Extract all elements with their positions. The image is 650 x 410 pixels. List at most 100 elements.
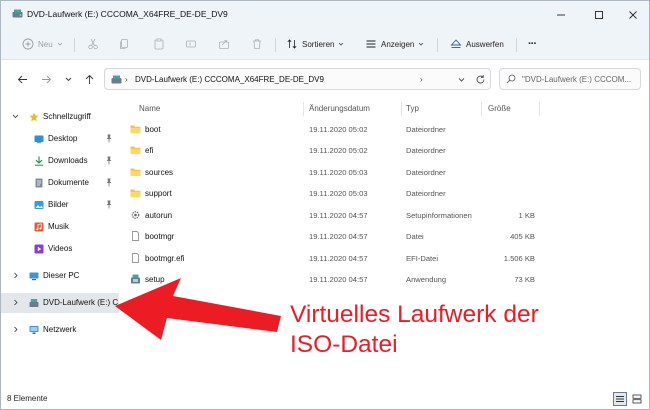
address-bar[interactable]: › DVD-Laufwerk (E:) CCCOMA_X64FRE_DE-DE_… (104, 68, 491, 90)
sidebar-item-desktop[interactable]: Desktop (1, 129, 119, 149)
view-button[interactable]: Anzeigen (365, 35, 424, 53)
sidebar-item-documents[interactable]: Dokumente (1, 173, 119, 193)
sort-button[interactable]: Sortieren (286, 35, 344, 53)
separator (74, 38, 75, 52)
sidebar-item-videos[interactable]: Videos (1, 239, 119, 259)
sidebar-item-dvd-drive[interactable]: DVD-Laufwerk (E:) C (1, 293, 119, 313)
sidebar-item-music[interactable]: Musik (1, 217, 119, 237)
file-name: boot (145, 125, 161, 134)
sidebar-item-quick-access[interactable]: Schnellzugriff (1, 107, 119, 127)
pc-icon (29, 272, 39, 281)
file-name: support (145, 189, 172, 198)
file-size: 1 KB (518, 211, 535, 220)
list-view-icon (366, 40, 376, 48)
share-button[interactable] (218, 35, 230, 53)
paste-button[interactable] (153, 35, 165, 53)
back-button[interactable] (15, 72, 29, 86)
music-icon (34, 222, 44, 232)
delete-button[interactable] (251, 35, 263, 53)
column-header-name[interactable]: Name (139, 104, 160, 113)
sidebar-item-label: Dokumente (48, 178, 89, 187)
tiles-view-icon (632, 394, 642, 404)
search-input[interactable]: "DVD-Laufwerk (E:) CCCOM... (499, 68, 641, 90)
up-button[interactable] (82, 72, 96, 86)
file-date: 19.11.2020 04:57 (309, 275, 368, 284)
table-row[interactable]: efi 19.11.2020 05:02 Dateiordner (119, 140, 649, 161)
rename-button[interactable] (185, 35, 197, 53)
table-row[interactable]: autorun 19.11.2020 04:57 Setupinformatio… (119, 205, 649, 226)
table-row[interactable]: support 19.11.2020 05:03 Dateiordner (119, 183, 649, 204)
pin-icon (106, 200, 112, 209)
download-icon (35, 156, 43, 166)
table-row[interactable]: boot 19.11.2020 05:02 Dateiordner (119, 119, 649, 140)
sidebar-item-label: Netzwerk (43, 325, 77, 334)
file-size: 405 KB (510, 232, 535, 241)
chevron-down-icon (419, 42, 424, 46)
chevron-right-icon[interactable] (12, 272, 19, 279)
dvd-drive-icon (29, 299, 39, 307)
file-type: Anwendung (406, 275, 447, 284)
copy-button[interactable] (118, 35, 130, 53)
sidebar-item-downloads[interactable]: Downloads (1, 151, 119, 171)
breadcrumb-separator: › (125, 75, 128, 84)
forward-button[interactable] (39, 72, 53, 86)
star-icon (29, 112, 39, 122)
more-options-button[interactable]: ··· (528, 35, 537, 53)
file-type: Dateiordner (406, 168, 446, 177)
rename-icon (186, 40, 196, 48)
item-count: 8 Elemente (7, 394, 48, 403)
paste-icon (154, 38, 164, 50)
details-view-button[interactable] (613, 392, 627, 406)
details-view-icon (616, 396, 624, 402)
column-header-date[interactable]: Änderungsdatum (309, 104, 370, 113)
tiles-view-button[interactable] (630, 392, 644, 406)
maximize-button[interactable] (581, 1, 617, 28)
sidebar-item-this-pc[interactable]: Dieser PC (1, 266, 119, 286)
close-button[interactable] (615, 1, 649, 28)
table-row[interactable]: bootmgr.efi 19.11.2020 04:57 EFI-Datei 1… (119, 248, 649, 269)
separator (437, 38, 438, 52)
pin-icon (106, 156, 112, 165)
pin-icon (106, 178, 112, 187)
folder-icon (130, 189, 141, 197)
separator (275, 38, 276, 52)
search-placeholder: "DVD-Laufwerk (E:) CCCOM... (522, 75, 632, 84)
column-separator[interactable] (539, 102, 540, 116)
minimize-button[interactable] (543, 1, 579, 28)
file-name: sources (145, 168, 174, 177)
new-button[interactable]: Neu (22, 35, 63, 53)
chevron-down-icon[interactable] (12, 113, 19, 120)
breadcrumb-path[interactable]: DVD-Laufwerk (E:) CCCOMA_X64FRE_DE-DE_DV… (135, 75, 324, 84)
new-label: Neu (38, 39, 53, 49)
refresh-icon[interactable] (475, 74, 486, 85)
file-size: 73 KB (514, 275, 535, 284)
column-separator[interactable] (481, 102, 482, 116)
chevron-right-icon[interactable] (12, 326, 19, 333)
desktop-icon (34, 135, 44, 144)
sidebar-item-pictures[interactable]: Bilder (1, 195, 119, 215)
sidebar-item-label: Bilder (48, 200, 69, 209)
status-bar: 8 Elemente (1, 388, 649, 409)
column-header-size[interactable]: Größe (488, 104, 511, 113)
scissors-icon (88, 38, 98, 50)
column-separator[interactable] (303, 102, 304, 116)
table-row[interactable]: bootmgr 19.11.2020 04:57 Datei 405 KB (119, 226, 649, 247)
breadcrumb-separator[interactable]: › (420, 75, 423, 84)
annotation-arrow (115, 278, 281, 340)
sidebar-item-label: Desktop (48, 134, 78, 143)
explorer-window: DVD-Laufwerk (E:) CCCOMA_X64FRE_DE-DE_DV… (0, 0, 650, 410)
file-type: Datei (406, 232, 424, 241)
sidebar-item-network[interactable]: Netzwerk (1, 320, 119, 340)
recent-locations-button[interactable] (61, 72, 75, 86)
chevron-right-icon[interactable] (12, 299, 19, 306)
sort-label: Sortieren (302, 39, 335, 49)
cut-button[interactable] (87, 35, 99, 53)
more-label: ··· (528, 38, 537, 50)
chevron-down-icon[interactable] (457, 75, 466, 84)
column-header-type[interactable]: Typ (406, 104, 419, 113)
eject-button[interactable]: Auswerfen (450, 35, 504, 53)
file-date: 19.11.2020 05:03 (309, 168, 368, 177)
column-separator[interactable] (401, 102, 402, 116)
file-type: Dateiordner (406, 189, 446, 198)
table-row[interactable]: sources 19.11.2020 05:03 Dateiordner (119, 162, 649, 183)
